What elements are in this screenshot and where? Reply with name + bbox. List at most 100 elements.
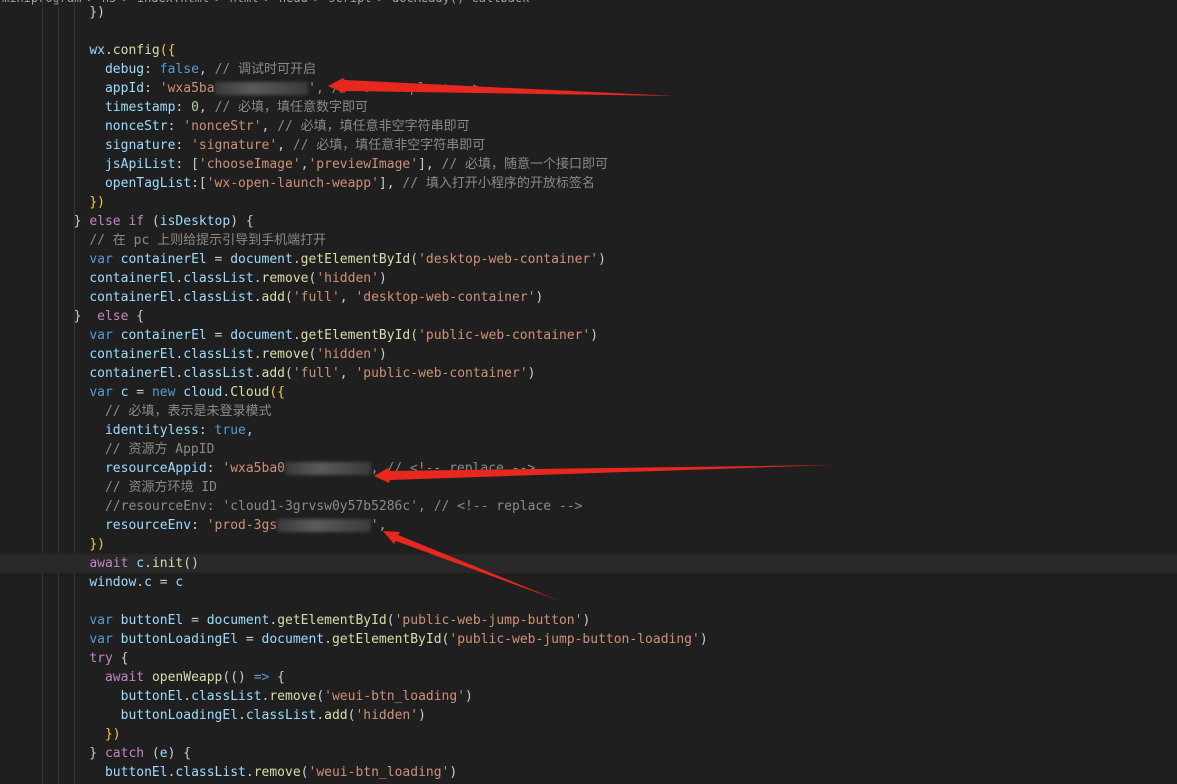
code-token: false xyxy=(159,62,199,77)
code-token: }) xyxy=(89,195,105,210)
code-token: isDesktop xyxy=(159,214,231,229)
code-line[interactable]: buttonEl.classList.remove('weui-btn_load… xyxy=(0,687,1177,706)
code-token: : [ xyxy=(175,157,199,172)
code-token: classList xyxy=(183,271,254,286)
code-token: , xyxy=(261,119,278,134)
code-line[interactable]: // 必填，表示是未登录模式 xyxy=(0,402,1177,421)
code-line[interactable]: window.c = c xyxy=(0,573,1177,592)
code-line[interactable]: await c.init() xyxy=(0,554,1177,573)
code-line[interactable]: buttonLoadingEl.classList.add('hidden') xyxy=(0,706,1177,725)
code-line[interactable]: var buttonEl = document.getElementById('… xyxy=(0,611,1177,630)
code-line[interactable]: timestamp: 0, // 必填，填任意数字即可 xyxy=(0,98,1177,117)
code-token: (() xyxy=(222,670,254,685)
code-line[interactable] xyxy=(0,22,1177,41)
code-line[interactable]: buttonEl.classList.remove('weui-btn_load… xyxy=(0,763,1177,782)
code-line[interactable]: debug: false, // 调试时可开启 xyxy=(0,60,1177,79)
code-token: 'desktop-web-container' xyxy=(355,290,536,305)
code-token: } xyxy=(58,309,98,324)
code-token: 'signature' xyxy=(191,138,278,153)
code-token: add xyxy=(261,290,285,305)
code-token: = xyxy=(128,385,152,400)
code-token: var xyxy=(89,328,113,343)
code-line[interactable]: // 在 pc 上则给提示引导到手机端打开 xyxy=(0,231,1177,250)
code-line[interactable]: containerEl.classList.add('full', 'publi… xyxy=(0,364,1177,383)
code-line[interactable]: //resourceEnv: 'cloud1-3grvsw0y57b5286c'… xyxy=(0,497,1177,516)
code-token: . xyxy=(253,366,262,381)
code-token: , xyxy=(339,366,356,381)
code-token: window xyxy=(89,575,137,590)
code-line[interactable]: var buttonLoadingEl = document.getElemen… xyxy=(0,630,1177,649)
code-token: var xyxy=(89,613,113,628)
code-token: e xyxy=(159,746,168,761)
code-lines[interactable]: }) wx.config({ debug: false, // 调试时可开启 a… xyxy=(0,3,1177,782)
code-token: add xyxy=(324,708,348,723)
code-token: var xyxy=(89,632,113,647)
code-token: jsApiList xyxy=(104,157,176,172)
code-line[interactable]: wx.config({ xyxy=(0,41,1177,60)
code-line[interactable]: appId: 'wxa5ba ', // <!-- replace --> xyxy=(0,79,1177,98)
code-line[interactable]: nonceStr: 'nonceStr', // 必填，填任意非空字符串即可 xyxy=(0,117,1177,136)
code-token: 'public-web-jump-button' xyxy=(394,613,583,628)
code-line[interactable]: }) xyxy=(0,535,1177,554)
code-token: 'hidden' xyxy=(355,708,419,723)
code-token: 'public-web-container' xyxy=(418,328,591,343)
code-token: : xyxy=(144,62,160,77)
code-line[interactable]: containerEl.classList.remove('hidden') xyxy=(0,345,1177,364)
code-line[interactable]: // 资源方环境 ID xyxy=(0,478,1177,497)
code-line[interactable]: containerEl.classList.remove('hidden') xyxy=(0,269,1177,288)
code-line[interactable]: resourceEnv: 'prod-3gs ', xyxy=(0,516,1177,535)
code-line[interactable]: }) xyxy=(0,3,1177,22)
code-line[interactable] xyxy=(0,592,1177,611)
code-line[interactable]: identityless: true, xyxy=(0,421,1177,440)
code-token: containerEl xyxy=(89,271,176,286)
code-line[interactable]: // 资源方 AppID xyxy=(0,440,1177,459)
code-token: , xyxy=(339,290,356,305)
code-token: }) xyxy=(58,5,105,20)
code-token: getElementById xyxy=(331,632,442,647)
code-line[interactable]: }) xyxy=(0,725,1177,744)
code-line[interactable]: var containerEl = document.getElementByI… xyxy=(0,250,1177,269)
code-token: 'desktop-web-container' xyxy=(418,252,599,267)
redacted-value xyxy=(277,519,371,532)
code-token: remove xyxy=(261,271,309,286)
code-line[interactable]: containerEl.classList.add('full', 'deskt… xyxy=(0,288,1177,307)
code-token: 'previewImage' xyxy=(308,157,419,172)
code-token: new xyxy=(151,385,176,400)
code-line[interactable]: } else { xyxy=(0,307,1177,326)
code-line[interactable]: jsApiList: ['chooseImage','previewImage'… xyxy=(0,155,1177,174)
code-token: ( xyxy=(144,746,160,761)
code-token: else if xyxy=(89,214,145,229)
code-editor[interactable]: miniprogram> h5> index.html> html> head>… xyxy=(0,0,1177,784)
code-line[interactable]: try { xyxy=(0,649,1177,668)
code-line[interactable]: } else if (isDesktop) { xyxy=(0,212,1177,231)
code-token: 'full' xyxy=(292,290,340,305)
code-line[interactable]: resourceAppid: 'wxa5ba0 , // <!-- replace… xyxy=(0,459,1177,478)
code-token: // 调试时可开启 xyxy=(214,62,317,77)
code-token: document xyxy=(206,613,270,628)
code-token: . xyxy=(144,556,152,571)
code-line[interactable]: await openWeapp(() => { xyxy=(0,668,1177,687)
code-line[interactable]: }) xyxy=(0,193,1177,212)
code-token: containerEl xyxy=(120,252,207,267)
code-line[interactable]: var containerEl = document.getElementByI… xyxy=(0,326,1177,345)
code-line[interactable]: signature: 'signature', // 必填，填任意非空字符串即可 xyxy=(0,136,1177,155)
code-line[interactable]: } catch (e) { xyxy=(0,744,1177,763)
code-token: . xyxy=(292,328,301,343)
code-token: 'wxa5ba0 xyxy=(222,461,285,476)
code-token: try xyxy=(89,651,113,666)
code-line[interactable]: openTagList:['wx-open-launch-weapp'], //… xyxy=(0,174,1177,193)
code-line[interactable]: var c = new cloud.Cloud({ xyxy=(0,383,1177,402)
code-token: // 填入打开小程序的开放标签名 xyxy=(402,176,595,191)
code-token: ) { xyxy=(230,214,254,229)
code-token: 'chooseImage' xyxy=(198,157,301,172)
